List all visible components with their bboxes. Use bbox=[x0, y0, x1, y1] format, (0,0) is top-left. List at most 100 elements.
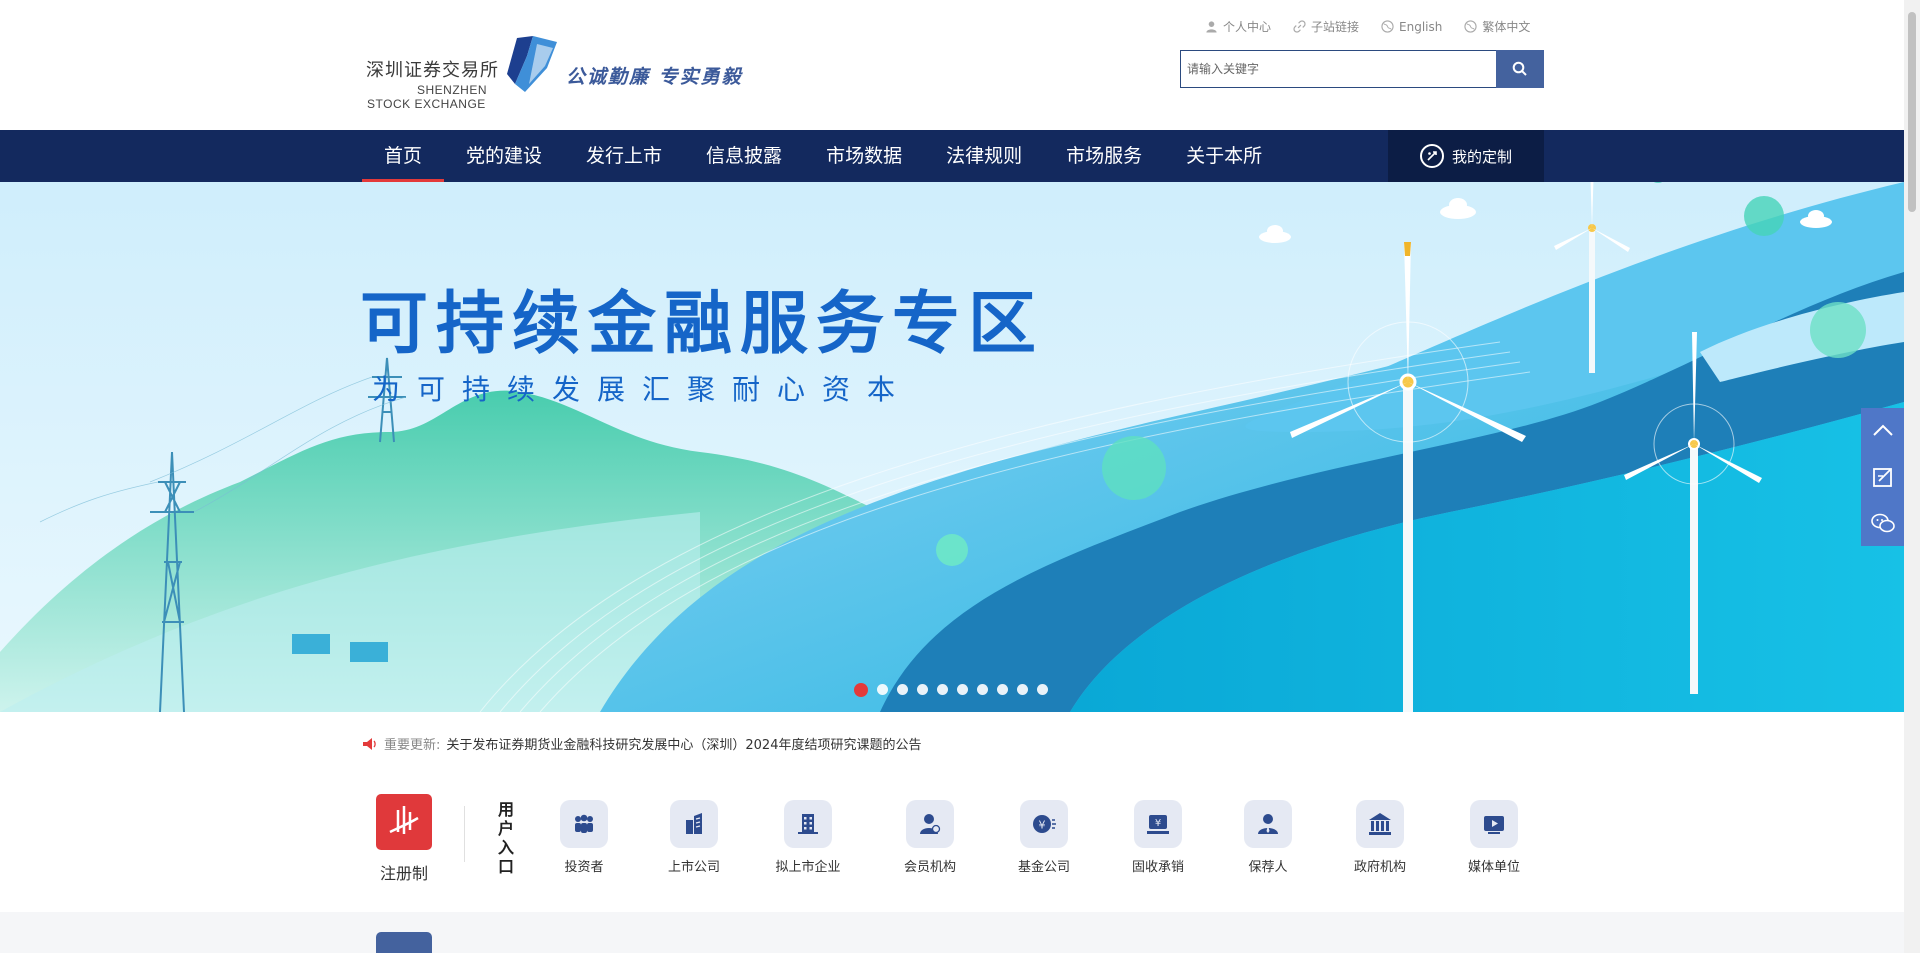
entry-investors[interactable]: 投资者 bbox=[534, 800, 634, 875]
banner-subtitle: 为可持续发展汇聚耐心资本 bbox=[372, 373, 913, 406]
wechat-icon[interactable] bbox=[1870, 510, 1896, 536]
top-links: 个人中心 子站链接 English 繁体中文 bbox=[1205, 18, 1530, 35]
traditional-chinese-label: 繁体中文 bbox=[1482, 20, 1531, 34]
entry-fixed-income[interactable]: ¥ 固收承销 bbox=[1108, 800, 1208, 875]
logo-english-name-line2: STOCK EXCHANGE bbox=[367, 97, 486, 111]
carousel-dot-1[interactable] bbox=[854, 683, 868, 697]
svg-text:¥: ¥ bbox=[1155, 818, 1161, 829]
government-icon bbox=[1369, 813, 1391, 835]
entry-government-label: 政府机构 bbox=[1353, 860, 1406, 875]
globe-icon bbox=[1381, 20, 1394, 33]
important-update-bar: 重要更新: 关于发布证券期货业金融科技研究发展中心（深圳）2024年度结项研究课… bbox=[362, 734, 921, 753]
carousel-dot-4[interactable] bbox=[917, 684, 928, 695]
banner-title: 可持续金融服务专区 bbox=[360, 285, 1045, 364]
search-icon bbox=[1512, 61, 1527, 76]
my-customization-label: 我的定制 bbox=[1451, 147, 1512, 166]
traditional-chinese-link[interactable]: 繁体中文 bbox=[1464, 18, 1530, 35]
customize-icon bbox=[1419, 144, 1444, 168]
registration-system-button[interactable] bbox=[376, 794, 432, 850]
site-header: 深圳证券交易所 SHENZHEN STOCK EXCHANGE 公诚勤廉 专实勇… bbox=[0, 0, 1904, 130]
logo-chinese-name: 深圳证券交易所 bbox=[366, 60, 499, 81]
nav-item-home[interactable]: 首页 bbox=[362, 130, 445, 182]
personal-center-link[interactable]: 个人中心 bbox=[1205, 18, 1271, 35]
search-input[interactable] bbox=[1180, 50, 1496, 88]
fixed-income-icon: ¥ bbox=[1147, 815, 1169, 834]
carousel-dot-3[interactable] bbox=[897, 684, 908, 695]
fund-icon: ¥ bbox=[1033, 815, 1056, 833]
entry-sponsors-label: 保荐人 bbox=[1248, 860, 1288, 875]
site-logo[interactable]: 深圳证券交易所 SHENZHEN STOCK EXCHANGE 公诚勤廉 专实勇… bbox=[366, 34, 756, 114]
entry-media[interactable]: 媒体单位 bbox=[1444, 800, 1544, 875]
entry-fund-companies[interactable]: ¥ 基金公司 bbox=[994, 800, 1094, 875]
svg-text:¥: ¥ bbox=[1039, 819, 1046, 832]
nav-item-market-services[interactable]: 市场服务 bbox=[1044, 130, 1164, 182]
nav-item-market-data[interactable]: 市场数据 bbox=[804, 130, 924, 182]
important-update-label: 重要更新: bbox=[384, 738, 441, 753]
entry-pre-listing[interactable]: 拟上市企业 bbox=[758, 800, 858, 875]
nav-item-disclosure[interactable]: 信息披露 bbox=[684, 130, 804, 182]
carousel-dots bbox=[854, 683, 1048, 697]
hero-banner[interactable]: 可持续金融服务专区 为可持续发展汇聚耐心资本 bbox=[0, 182, 1904, 712]
feedback-icon[interactable] bbox=[1870, 464, 1896, 490]
carousel-dot-2[interactable] bbox=[877, 684, 888, 695]
investors-icon bbox=[575, 814, 593, 833]
building-icon bbox=[798, 814, 818, 834]
carousel-dot-10[interactable] bbox=[1037, 684, 1048, 695]
member-icon bbox=[920, 814, 941, 834]
entry-fixed-income-label: 固收承销 bbox=[1131, 860, 1184, 875]
entry-member-institutions[interactable]: 会员机构 bbox=[880, 800, 980, 875]
globe-icon bbox=[1464, 20, 1478, 33]
carousel-dot-5[interactable] bbox=[937, 684, 948, 695]
link-icon bbox=[1293, 20, 1306, 33]
logo-mark-icon bbox=[507, 36, 557, 92]
banner-illustration bbox=[0, 182, 1904, 712]
user-entry-section: 注册制 用户入口 投资者 上市公司 拟上市企业 会员机构 ¥ 基金公司 ¥ 固收… bbox=[362, 792, 1544, 892]
next-section-icon[interactable] bbox=[376, 932, 432, 953]
nav-item-listing[interactable]: 发行上市 bbox=[564, 130, 684, 182]
entry-pre-listing-label: 拟上市企业 bbox=[775, 860, 841, 875]
entry-investors-label: 投资者 bbox=[564, 860, 604, 875]
personal-center-label: 个人中心 bbox=[1223, 20, 1272, 34]
logo-english-name-line1: SHENZHEN bbox=[417, 83, 488, 97]
search-box bbox=[1180, 50, 1544, 88]
important-update-link[interactable]: 关于发布证券期货业金融科技研究发展中心（深圳）2024年度结项研究课题的公告 bbox=[446, 734, 921, 753]
registration-system-label: 注册制 bbox=[379, 864, 428, 883]
user-entry-items: 投资者 上市公司 拟上市企业 会员机构 ¥ 基金公司 ¥ 固收承销 保荐人 政府… bbox=[534, 800, 1544, 890]
entry-member-institutions-label: 会员机构 bbox=[903, 860, 956, 875]
entry-government[interactable]: 政府机构 bbox=[1330, 800, 1430, 875]
listed-company-icon bbox=[686, 813, 702, 834]
divider bbox=[464, 806, 465, 862]
page-scrollbar[interactable] bbox=[1904, 0, 1920, 953]
nav-item-party-building[interactable]: 党的建设 bbox=[444, 130, 564, 182]
my-customization-button[interactable]: 我的定制 bbox=[1388, 130, 1544, 182]
page: { "header": { "logo_cn": "深圳证券交易所", "log… bbox=[0, 0, 1920, 953]
english-label: English bbox=[1399, 19, 1443, 34]
carousel-dot-9[interactable] bbox=[1017, 684, 1028, 695]
scrollbar-thumb[interactable] bbox=[1908, 12, 1916, 212]
entry-listed-companies[interactable]: 上市公司 bbox=[644, 800, 744, 875]
media-icon bbox=[1484, 816, 1504, 834]
carousel-dot-8[interactable] bbox=[997, 684, 1008, 695]
entry-listed-companies-label: 上市公司 bbox=[667, 860, 720, 875]
user-entry-title: 用户入口 bbox=[498, 800, 515, 876]
user-icon bbox=[1206, 21, 1217, 33]
search-button[interactable] bbox=[1496, 50, 1544, 88]
registration-icon bbox=[389, 806, 419, 834]
nav-item-about[interactable]: 关于本所 bbox=[1164, 130, 1284, 182]
subsite-links-label: 子站链接 bbox=[1311, 20, 1360, 34]
entry-sponsors[interactable]: 保荐人 bbox=[1218, 800, 1318, 875]
nav-item-rules[interactable]: 法律规则 bbox=[924, 130, 1044, 182]
speaker-icon bbox=[363, 737, 376, 750]
english-link[interactable]: English bbox=[1381, 18, 1442, 35]
carousel-dot-6[interactable] bbox=[957, 684, 968, 695]
slogan: 公诚勤廉 专实勇毅 bbox=[566, 66, 743, 88]
subsite-links-link[interactable]: 子站链接 bbox=[1293, 18, 1359, 35]
entry-media-label: 媒体单位 bbox=[1467, 860, 1520, 875]
back-to-top-icon[interactable] bbox=[1870, 418, 1896, 444]
entry-fund-companies-label: 基金公司 bbox=[1017, 860, 1070, 875]
main-nav: 首页 党的建设 发行上市 信息披露 市场数据 法律规则 市场服务 关于本所 我的… bbox=[0, 130, 1904, 182]
carousel-dot-7[interactable] bbox=[977, 684, 988, 695]
next-section-background bbox=[0, 912, 1904, 953]
nav-items: 首页 党的建设 发行上市 信息披露 市场数据 法律规则 市场服务 关于本所 bbox=[362, 130, 1284, 182]
side-toolbar bbox=[1861, 408, 1905, 546]
